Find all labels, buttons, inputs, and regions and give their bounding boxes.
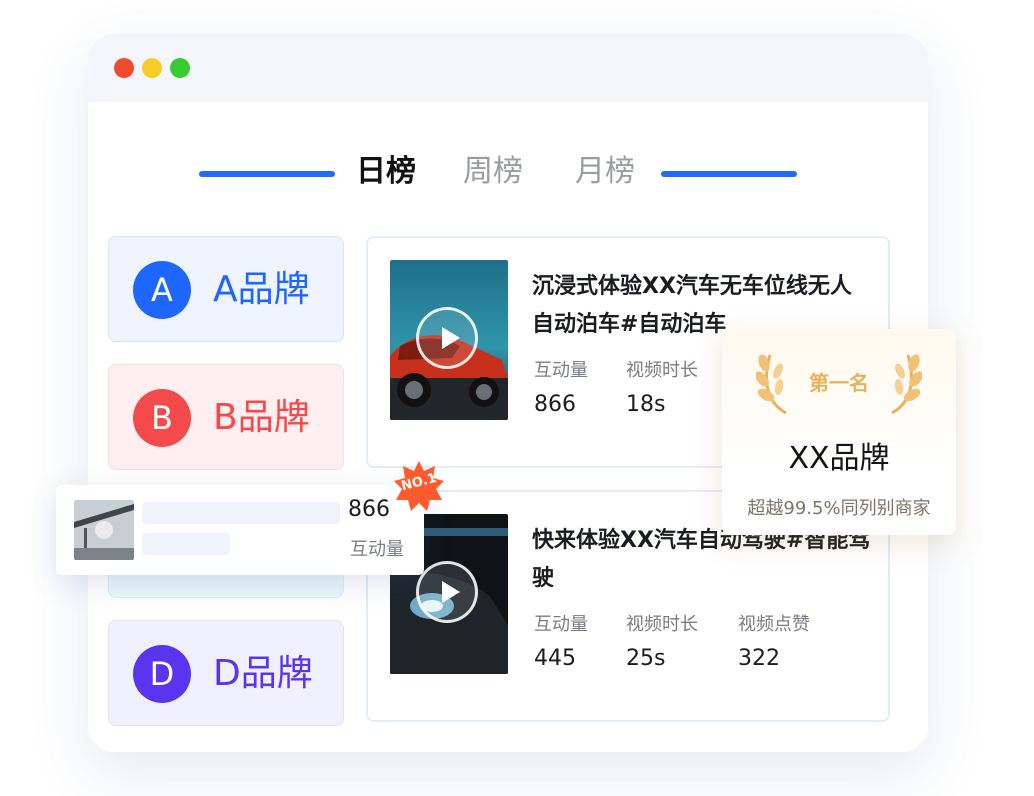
- play-icon[interactable]: [416, 561, 478, 623]
- brand-avatar: B: [133, 389, 191, 447]
- stat-interactions: 互动量 866: [534, 358, 588, 420]
- video-thumbnail[interactable]: [390, 260, 508, 420]
- stat-value: 18s: [626, 392, 666, 417]
- popup-value: 866: [348, 497, 390, 522]
- bridge-image: [74, 500, 134, 560]
- stat-label: 互动量: [534, 360, 588, 381]
- popup-thumbnail: [74, 500, 134, 560]
- stat-likes: 视频点赞 322: [738, 612, 810, 674]
- close-window-button[interactable]: [114, 58, 134, 78]
- tab-divider-right: [661, 171, 797, 177]
- maximize-window-button[interactable]: [170, 58, 190, 78]
- stat-label: 视频点赞: [738, 614, 810, 635]
- brand-item-a[interactable]: A A品牌: [108, 236, 344, 342]
- stat-interactions: 互动量 445: [534, 612, 588, 674]
- minimize-window-button[interactable]: [142, 58, 162, 78]
- tab-monthly[interactable]: 月榜: [575, 152, 635, 192]
- stat-value: 866: [534, 392, 576, 417]
- award-exceed-text: 超越99.5%同列别商家: [747, 498, 931, 519]
- placeholder-bar: [142, 533, 230, 555]
- brand-avatar: A: [133, 261, 191, 319]
- stat-duration: 视频时长 18s: [626, 358, 698, 420]
- stat-value: 445: [534, 646, 576, 671]
- brand-name: D品牌: [213, 653, 313, 694]
- no1-badge: NO.1: [393, 459, 445, 511]
- tab-daily[interactable]: 日榜: [356, 152, 416, 192]
- stat-duration: 视频时长 25s: [626, 612, 698, 674]
- tab-divider-left: [199, 171, 335, 177]
- brand-item-d[interactable]: D D品牌: [108, 620, 344, 726]
- placeholder-bar: [142, 502, 340, 524]
- first-place-card: 第一名 XX品牌 超越99.5%同列别商家: [722, 329, 956, 535]
- brand-name: B品牌: [213, 397, 310, 438]
- rank-label: 第一名: [809, 371, 869, 395]
- play-icon[interactable]: [416, 307, 478, 369]
- stat-label: 视频时长: [626, 614, 698, 635]
- title-bar: [88, 34, 928, 102]
- brand-item-b[interactable]: B B品牌: [108, 364, 344, 470]
- stat-value: 25s: [626, 646, 666, 671]
- stat-label: 互动量: [534, 614, 588, 635]
- popup-label: 互动量: [350, 539, 404, 560]
- brand-avatar: D: [133, 645, 191, 703]
- stat-label: 视频时长: [626, 360, 698, 381]
- award-brand-name: XX品牌: [788, 441, 890, 476]
- brand-name: A品牌: [213, 269, 310, 310]
- tab-weekly[interactable]: 周榜: [463, 152, 523, 192]
- ranking-popup[interactable]: 866 互动量: [56, 485, 424, 575]
- stat-value: 322: [738, 646, 780, 671]
